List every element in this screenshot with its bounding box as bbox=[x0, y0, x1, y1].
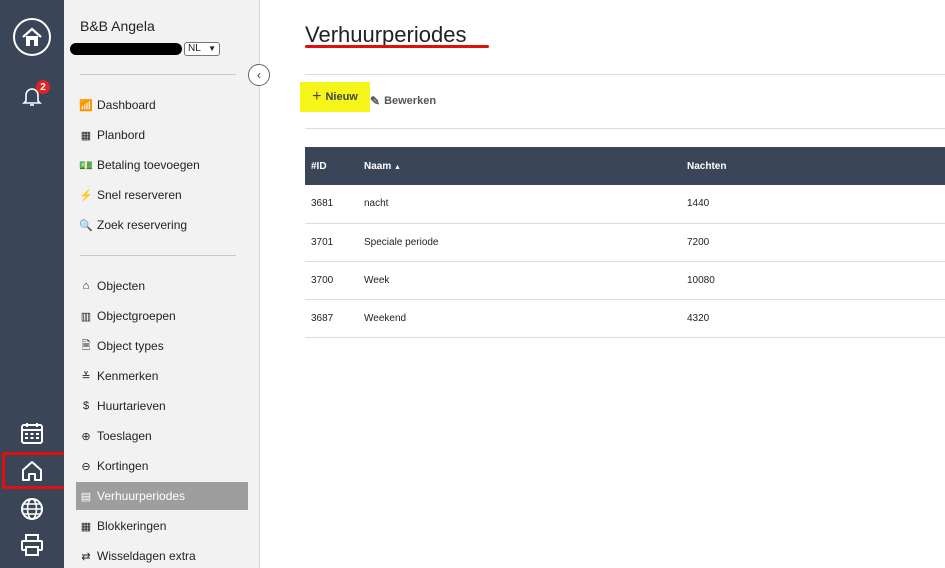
bolt-icon: ⚡ bbox=[79, 189, 93, 202]
house-icon: ⌂ bbox=[82, 280, 90, 292]
chevron-down-icon: ▼ bbox=[208, 44, 216, 53]
sidebar-item-snel-reserveren[interactable]: ⚡ Snel reserveren bbox=[78, 184, 248, 206]
amenity-icon: ≚ bbox=[81, 370, 91, 383]
divider bbox=[80, 255, 236, 256]
calendar-icon[interactable] bbox=[0, 421, 64, 445]
bell-icon[interactable] bbox=[0, 84, 64, 108]
sort-asc-icon: ▲ bbox=[394, 163, 401, 171]
chevron-left-icon: ‹ bbox=[257, 68, 261, 82]
divider bbox=[305, 128, 945, 129]
plus-icon: + bbox=[312, 88, 322, 105]
search-icon: 🔍 bbox=[79, 219, 93, 232]
sidebar-item-objectgroepen[interactable]: ▥ Objectgroepen bbox=[78, 305, 248, 327]
dollar-icon: $ bbox=[82, 400, 90, 412]
table-row[interactable]: 3700 Week 10080 bbox=[305, 261, 945, 300]
calendar-block-icon: ▦ bbox=[80, 520, 92, 533]
cell-nachten: 7200 bbox=[681, 223, 945, 262]
cell-naam: Weekend bbox=[358, 299, 681, 338]
edit-button-label: Bewerken bbox=[384, 95, 437, 107]
sidebar-item-objecten[interactable]: ⌂ Objecten bbox=[78, 275, 248, 297]
globe-icon[interactable] bbox=[0, 497, 64, 521]
column-header-nachten[interactable]: Nachten bbox=[681, 147, 945, 185]
cell-id: 3701 bbox=[305, 223, 358, 262]
collapse-sidebar-button[interactable]: ‹ bbox=[248, 64, 270, 86]
sidebar-item-kortingen[interactable]: ⊖ Kortingen bbox=[78, 455, 248, 477]
new-button-label: Nieuw bbox=[325, 91, 358, 103]
sidebar-item-dashboard[interactable]: 📶 Dashboard bbox=[78, 94, 248, 116]
cell-nachten: 1440 bbox=[681, 185, 945, 224]
house-icon[interactable] bbox=[0, 459, 64, 483]
sidebar-item-label: Verhuurperiodes bbox=[97, 489, 186, 503]
divider bbox=[80, 74, 236, 75]
sidebar-item-label: Planbord bbox=[97, 128, 146, 142]
sidebar-item-label: Objectgroepen bbox=[97, 309, 176, 323]
sidebar-item-label: Wisseldagen extra bbox=[97, 549, 196, 563]
property-name: B&B Angela bbox=[80, 18, 155, 34]
column-header-naam[interactable]: Naam ▲ bbox=[358, 147, 681, 185]
notification-badge: 2 bbox=[36, 80, 50, 94]
sidebar-item-object-types[interactable]: 🗎 Object types bbox=[78, 335, 248, 357]
annotation-bracket bbox=[2, 452, 5, 488]
minus-circle-icon: ⊖ bbox=[81, 460, 91, 473]
sidebar-item-label: Toeslagen bbox=[97, 429, 152, 443]
icon-rail: 2 bbox=[0, 0, 64, 568]
sidebar-item-label: Zoek reservering bbox=[97, 218, 188, 232]
cell-nachten: 10080 bbox=[681, 261, 945, 300]
cell-id: 3687 bbox=[305, 299, 358, 338]
buildings-icon: ▥ bbox=[80, 310, 92, 323]
grid-icon: ▦ bbox=[80, 129, 92, 142]
sidebar-item-kenmerken[interactable]: ≚ Kenmerken bbox=[78, 365, 248, 387]
sidebar-item-label: Dashboard bbox=[97, 98, 156, 112]
cell-naam: nacht bbox=[358, 185, 681, 224]
money-icon: 💵 bbox=[79, 159, 93, 172]
cell-id: 3681 bbox=[305, 185, 358, 224]
sidebar-item-label: Kenmerken bbox=[97, 369, 159, 383]
table-row[interactable]: 3681 nacht 1440 bbox=[305, 185, 945, 224]
divider bbox=[305, 74, 945, 75]
table-row[interactable]: 3687 Weekend 4320 bbox=[305, 299, 945, 338]
sidebar-item-label: Huurtarieven bbox=[97, 399, 166, 413]
annotation-underline bbox=[2, 452, 64, 455]
type-icon: 🗎 bbox=[81, 339, 91, 352]
redacted-field bbox=[70, 43, 182, 55]
table-row[interactable]: 3701 Speciale periode 7200 bbox=[305, 223, 945, 262]
cell-id: 3700 bbox=[305, 261, 358, 300]
periods-table: #ID Naam ▲ Nachten 3681 nacht 1440 3701 Spec… bbox=[305, 147, 945, 338]
calendar-icon: ▤ bbox=[80, 490, 92, 503]
language-select[interactable]: NL ▼ bbox=[184, 42, 220, 56]
sidebar-item-zoek-reservering[interactable]: 🔍 Zoek reservering bbox=[78, 214, 248, 236]
table-header-row: #ID Naam ▲ Nachten bbox=[305, 147, 945, 185]
sidebar-item-planbord[interactable]: ▦ Planbord bbox=[78, 124, 248, 146]
sidebar-item-verhuurperiodes[interactable]: ▤ Verhuurperiodes bbox=[76, 482, 248, 510]
home-logo-icon[interactable] bbox=[0, 18, 64, 56]
cell-naam: Speciale periode bbox=[358, 223, 681, 262]
cell-nachten: 4320 bbox=[681, 299, 945, 338]
chart-icon: 📶 bbox=[79, 99, 93, 112]
swap-icon: ⇄ bbox=[81, 550, 91, 563]
sidebar-item-label: Betaling toevoegen bbox=[97, 158, 200, 172]
edit-button[interactable]: ✎ Bewerken bbox=[370, 90, 436, 112]
printer-icon[interactable] bbox=[0, 533, 64, 557]
sidebar-item-label: Kortingen bbox=[97, 459, 149, 473]
sidebar-item-wisseldagen-extra[interactable]: ⇄ Wisseldagen extra bbox=[78, 545, 248, 567]
sidebar-item-label: Objecten bbox=[97, 279, 146, 293]
annotation-underline bbox=[2, 486, 64, 489]
plus-circle-icon: ⊕ bbox=[81, 430, 91, 443]
column-header-id[interactable]: #ID bbox=[305, 147, 358, 185]
sidebar-item-toeslagen[interactable]: ⊕ Toeslagen bbox=[78, 425, 248, 447]
annotation-underline bbox=[305, 45, 489, 48]
sidebar-item-betaling-toevoegen[interactable]: 💵 Betaling toevoegen bbox=[78, 154, 248, 176]
sidebar-item-huurtarieven[interactable]: $ Huurtarieven bbox=[78, 395, 248, 417]
sidebar: B&B Angela NL ▼ 📶 Dashboard ▦ Planbord 💵 Betal… bbox=[64, 0, 260, 568]
sidebar-item-label: Blokkeringen bbox=[97, 519, 167, 533]
sidebar-item-label: Object types bbox=[97, 339, 164, 353]
pencil-icon: ✎ bbox=[370, 94, 381, 108]
new-button[interactable]: + Nieuw bbox=[300, 82, 370, 112]
cell-naam: Week bbox=[358, 261, 681, 300]
sidebar-item-label: Snel reserveren bbox=[97, 188, 182, 202]
sidebar-item-blokkeringen[interactable]: ▦ Blokkeringen bbox=[78, 515, 248, 537]
main-content: Verhuurperiodes + Nieuw ✎ Bewerken #ID N… bbox=[260, 0, 945, 568]
